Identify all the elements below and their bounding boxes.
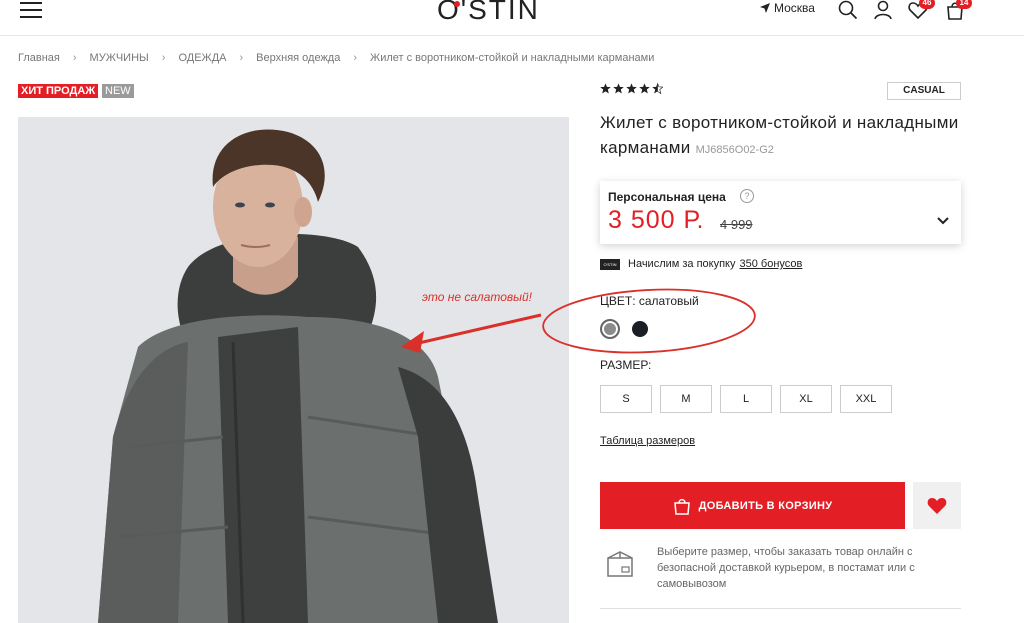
size-l-button[interactable]: L: [720, 385, 772, 413]
bonus-link[interactable]: 350 бонусов: [740, 258, 803, 270]
current-price: 3 500 Р.: [608, 206, 705, 234]
half-star-icon: [652, 83, 663, 94]
favorites-button[interactable]: 46: [908, 0, 935, 20]
annotation-text: это не салатовый!: [422, 290, 532, 304]
bag-icon: [673, 498, 690, 515]
price-box[interactable]: Персональная цена ? 3 500 Р. 4 999: [600, 181, 961, 244]
add-to-favorites-button[interactable]: [913, 482, 961, 529]
star-icon: [600, 83, 611, 94]
site-header: O'STIN Москва 46 14: [0, 0, 1024, 36]
breadcrumb-clothing[interactable]: ОДЕЖДА: [178, 52, 226, 64]
cart-button[interactable]: 14: [945, 0, 972, 20]
breadcrumb-men[interactable]: МУЖЧИНЫ: [90, 52, 149, 64]
bestseller-badge: ХИТ ПРОДАЖ: [18, 84, 99, 98]
logo[interactable]: O'STIN: [437, 0, 540, 26]
size-table-link[interactable]: Таблица размеров: [600, 435, 695, 447]
menu-icon[interactable]: [20, 2, 42, 18]
product-photo[interactable]: [18, 117, 569, 623]
star-icon: [626, 83, 637, 94]
price-label: Персональная цена: [608, 190, 726, 204]
old-price: 4 999: [720, 217, 753, 232]
product-title: Жилет с воротником-стойкой и накладными …: [600, 110, 960, 163]
city-name: Москва: [774, 1, 815, 15]
product-sku: MJ6856O02-G2: [695, 144, 774, 156]
bonus-text: Начислим за покупку: [628, 258, 736, 270]
size-s-button[interactable]: S: [600, 385, 652, 413]
favorites-count-badge: 46: [919, 0, 935, 9]
add-to-cart-button[interactable]: ДОБАВИТЬ В КОРЗИНУ: [600, 482, 905, 529]
search-icon[interactable]: [838, 0, 858, 20]
star-icon: [639, 83, 650, 94]
size-xxl-button[interactable]: XXL: [840, 385, 892, 413]
help-icon[interactable]: ?: [740, 189, 754, 203]
city-selector[interactable]: Москва: [760, 1, 815, 15]
style-tag[interactable]: CASUAL: [887, 82, 961, 100]
breadcrumb: Главная › МУЖЧИНЫ › ОДЕЖДА › Верхняя одежда…: [18, 52, 655, 64]
color-swatch-black[interactable]: [632, 321, 648, 337]
size-label: РАЗМЕР:: [600, 358, 652, 372]
new-badge: NEW: [102, 84, 134, 98]
delivery-info-text: Выберите размер, чтобы заказать товар он…: [657, 546, 915, 590]
location-arrow-icon: [760, 3, 770, 13]
breadcrumb-outerwear[interactable]: Верхняя одежда: [256, 52, 340, 64]
size-xl-button[interactable]: XL: [780, 385, 832, 413]
chevron-down-icon[interactable]: [937, 216, 949, 226]
color-swatch-gray[interactable]: [600, 319, 620, 339]
size-m-button[interactable]: M: [660, 385, 712, 413]
model-in-vest-image: [18, 117, 569, 623]
product-title-text: Жилет с воротником-стойкой и накладными …: [600, 113, 959, 157]
package-icon: [607, 551, 633, 577]
logo-dot: [454, 1, 460, 7]
add-to-cart-label: ДОБАВИТЬ В КОРЗИНУ: [698, 499, 833, 512]
ostin-logo-icon: O'STIN: [600, 258, 620, 270]
rating-stars: [600, 83, 663, 94]
bonus-info: O'STIN Начислим за покупку 350 бонусов: [600, 258, 802, 270]
cart-count-badge: 14: [956, 0, 972, 9]
user-icon[interactable]: [873, 0, 893, 20]
divider: [600, 608, 961, 609]
breadcrumb-home[interactable]: Главная: [18, 52, 60, 64]
heart-icon: [927, 497, 947, 514]
color-label: ЦВЕТ: салатовый: [600, 294, 699, 308]
star-icon: [613, 83, 624, 94]
breadcrumb-current: Жилет с воротником-стойкой и накладными …: [370, 52, 655, 64]
